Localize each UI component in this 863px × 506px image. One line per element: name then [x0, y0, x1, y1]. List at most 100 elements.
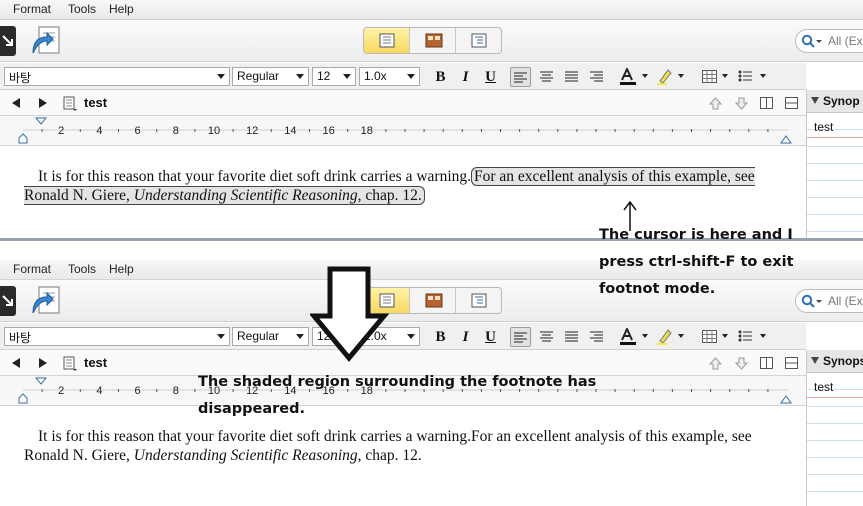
align-right-icon[interactable] [590, 71, 603, 82]
document-icon[interactable] [62, 96, 78, 112]
format-bar: 바탕 Regular 12 1.0x B I U [0, 323, 806, 350]
cursor-annotation-line-1: The cursor is here and I [599, 227, 793, 243]
synopsis-pane[interactable]: test [806, 113, 863, 238]
align-justify-icon[interactable] [565, 331, 578, 342]
font-size-select[interactable]: 12 [312, 67, 356, 86]
down-arrow-annotation-icon [310, 266, 390, 362]
down-arrow-icon[interactable] [735, 357, 748, 370]
right-indent-marker[interactable] [780, 135, 792, 144]
ruler[interactable]: 2 4 6 8 10 12 14 16 18 [0, 116, 806, 146]
line-spacing-select[interactable]: 1.0x [359, 67, 420, 86]
synopsis-header[interactable]: Synops [806, 350, 863, 373]
editor-window-before: Format Tools Help All (Ex 바탕 Regular 12 … [0, 0, 863, 238]
format-bar: 바탕 Regular 12 1.0x B I U [0, 63, 806, 90]
table-dropdown-icon[interactable] [722, 74, 728, 78]
split-vertical-icon[interactable] [760, 357, 773, 369]
synopsis-divider [807, 137, 863, 138]
up-arrow-icon[interactable] [709, 97, 722, 110]
align-center-icon[interactable] [540, 331, 553, 342]
font-family-select[interactable]: 바탕 [4, 67, 230, 86]
paragraph[interactable]: It is for this reason that your favorite… [24, 167, 764, 205]
up-arrow-icon[interactable] [709, 357, 722, 370]
menu-format[interactable]: Format [13, 262, 51, 276]
compose-button[interactable] [31, 25, 61, 57]
fullscreen-button[interactable] [0, 26, 16, 56]
collapse-triangle-icon[interactable] [811, 357, 819, 364]
compose-button[interactable] [31, 285, 61, 317]
fullscreen-button[interactable] [0, 286, 16, 316]
corkboard-view-button[interactable] [410, 28, 456, 53]
first-line-indent-marker[interactable] [34, 377, 48, 385]
bold-button[interactable]: B [430, 327, 451, 347]
expand-icon [2, 35, 13, 46]
synopsis-pane[interactable]: test [806, 373, 863, 506]
outliner-view-button[interactable] [456, 288, 501, 313]
synopsis-divider [807, 397, 863, 398]
split-vertical-icon[interactable] [760, 97, 773, 109]
down-arrow-icon[interactable] [735, 97, 748, 110]
text-color-icon[interactable] [619, 328, 637, 346]
align-left-button[interactable] [510, 327, 531, 347]
left-indent-marker[interactable] [18, 133, 28, 144]
highlight-icon[interactable] [657, 328, 673, 346]
table-dropdown-icon[interactable] [722, 334, 728, 338]
back-arrow-icon[interactable] [12, 358, 21, 368]
highlight-dropdown-icon[interactable] [678, 334, 684, 338]
align-left-button[interactable] [510, 67, 531, 87]
first-line-indent-marker[interactable] [34, 117, 48, 125]
list-dropdown-icon[interactable] [760, 334, 766, 338]
bold-button[interactable]: B [430, 67, 451, 87]
underline-button[interactable]: U [480, 67, 501, 87]
shade-annotation-line-2: disappeared. [198, 401, 306, 417]
align-right-icon[interactable] [590, 331, 603, 342]
align-center-icon[interactable] [540, 71, 553, 82]
italic-button[interactable]: I [455, 327, 476, 347]
list-icon[interactable] [738, 330, 752, 342]
compose-icon [32, 286, 60, 314]
document-title: test [84, 355, 108, 370]
font-style-select[interactable]: Regular [232, 327, 309, 346]
highlight-dropdown-icon[interactable] [678, 74, 684, 78]
forward-arrow-icon[interactable] [38, 358, 47, 368]
outliner-view-button[interactable] [456, 28, 501, 53]
menu-help[interactable]: Help [109, 2, 134, 16]
list-icon[interactable] [738, 70, 752, 82]
text-color-dropdown-icon[interactable] [642, 74, 648, 78]
menu-tools[interactable]: Tools [68, 262, 96, 276]
menu-tools[interactable]: Tools [68, 2, 96, 16]
scrivenings-view-button[interactable] [364, 28, 410, 53]
collapse-triangle-icon[interactable] [811, 97, 819, 104]
synopsis-header-label: Synop [823, 94, 860, 108]
text-color-dropdown-icon[interactable] [642, 334, 648, 338]
menu-format[interactable]: Format [13, 2, 51, 16]
outline-icon [471, 293, 487, 308]
menu-help[interactable]: Help [109, 262, 134, 276]
italic-button[interactable]: I [455, 67, 476, 87]
left-indent-marker[interactable] [18, 393, 28, 404]
right-indent-marker[interactable] [780, 395, 792, 404]
highlight-icon[interactable] [657, 68, 673, 86]
table-icon[interactable] [702, 70, 717, 83]
search-field[interactable]: All (Ex [795, 29, 863, 53]
ruler-scale: 2 4 6 8 10 12 14 16 18 [18, 117, 792, 144]
list-dropdown-icon[interactable] [760, 74, 766, 78]
ruler-tick-label: 12 [246, 125, 258, 137]
back-arrow-icon[interactable] [12, 98, 21, 108]
synopsis-text: test [814, 380, 834, 394]
table-icon[interactable] [702, 330, 717, 343]
document-icon[interactable] [62, 356, 78, 372]
text-color-icon[interactable] [619, 68, 637, 86]
underline-button[interactable]: U [480, 327, 501, 347]
font-family-select[interactable]: 바탕 [4, 327, 230, 346]
split-horizontal-icon[interactable] [785, 357, 798, 369]
align-justify-icon[interactable] [565, 71, 578, 82]
search-field[interactable]: All (Ex [795, 289, 863, 313]
split-horizontal-icon[interactable] [785, 97, 798, 109]
ruler-tick-label: 2 [58, 385, 64, 397]
corkboard-view-button[interactable] [410, 288, 456, 313]
footnote-tail: , chap. 12. [357, 186, 422, 204]
font-style-select[interactable]: Regular [232, 67, 309, 86]
forward-arrow-icon[interactable] [38, 98, 47, 108]
paragraph[interactable]: It is for this reason that your favorite… [24, 428, 764, 465]
synopsis-header[interactable]: Synop [806, 90, 863, 113]
